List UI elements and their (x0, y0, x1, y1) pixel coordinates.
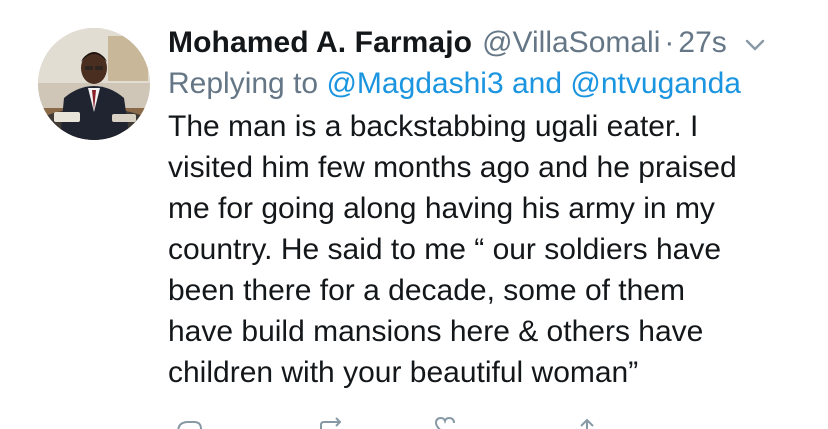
tweet-content: Mohamed A. Farmajo @VillaSomali · 27s Re… (168, 22, 808, 393)
avatar[interactable] (38, 28, 150, 140)
tweet-text-line: visited him few months ago and he praise… (168, 151, 737, 184)
reply-icon[interactable] (174, 416, 204, 429)
tweet-actions (168, 416, 808, 429)
mention-link[interactable]: @Magdashi3 (326, 67, 503, 100)
tweet-text: The man is a backstabbing ugali eater. I… (168, 106, 798, 393)
tweet-text-line: children with your beautiful woman” (168, 356, 639, 389)
author-name[interactable]: Mohamed A. Farmajo (168, 22, 472, 64)
mention-and: and (512, 67, 563, 100)
tweet-card[interactable]: Mohamed A. Farmajo @VillaSomali · 27s Re… (0, 0, 828, 429)
tweet-text-line: been there for a decade, some of them (168, 274, 685, 307)
replying-to-line: Replying to @Magdashi3 and @ntvuganda (168, 64, 808, 104)
timestamp[interactable]: 27s (678, 22, 726, 64)
separator-dot: · (664, 26, 675, 59)
author-handle[interactable]: @VillaSomali (482, 22, 660, 64)
tweet-text-line: country. He said to me “ our soldiers ha… (168, 233, 722, 266)
tweet-text-line: The man is a backstabbing ugali eater. I (168, 110, 699, 143)
replying-to-label: Replying to (168, 67, 319, 100)
like-icon[interactable] (430, 416, 460, 429)
retweet-icon[interactable] (318, 416, 348, 429)
share-icon[interactable] (572, 416, 602, 429)
tweet-header: Mohamed A. Farmajo @VillaSomali · 27s (168, 22, 808, 64)
tweet-text-line: me for going along having his army in my (168, 192, 715, 225)
avatar-photo (38, 28, 150, 140)
mention-link[interactable]: @ntvuganda (570, 67, 741, 100)
tweet-text-line: have build mansions here & others have (168, 315, 704, 348)
chevron-down-icon[interactable] (741, 29, 769, 57)
